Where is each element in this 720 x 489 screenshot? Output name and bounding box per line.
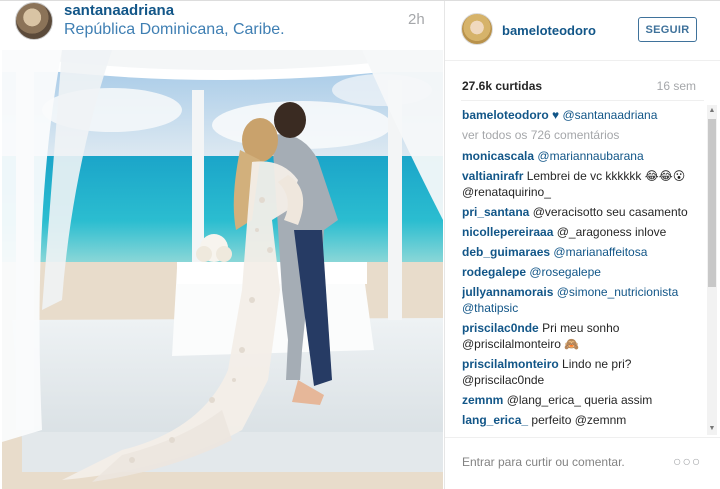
caption-username[interactable]: bameloteodoro — [462, 108, 549, 122]
comment-item: pri_santana @veracisotto seu casamento — [462, 204, 702, 220]
comment-item: nicollepereiraaa @_aragoness inlove — [462, 224, 702, 240]
follow-button[interactable]: SEGUIR — [638, 17, 697, 42]
comment-text: @mariannaubarana — [537, 149, 644, 163]
comment-item: zemnm @lang_erica_ queria assim — [462, 392, 702, 408]
post-header: santanaadriana República Dominicana, Car… — [0, 1, 444, 49]
scroll-up-arrow-icon[interactable]: ▲ — [707, 105, 717, 117]
divider — [461, 100, 704, 101]
divider — [445, 437, 720, 438]
comment-username[interactable]: valtianirafr — [462, 169, 523, 183]
view-all-comments-link[interactable]: ver todos os 726 comentários — [462, 127, 702, 143]
comment-text: @marianaffeitosa — [553, 245, 648, 259]
comment-item: valtianirafr Lembrei de vc kkkkkk 😂😂😮 @r… — [462, 168, 702, 200]
scrollbar-thumb[interactable] — [708, 119, 716, 287]
caption: bameloteodoro ♥ @santanaadriana — [462, 107, 702, 123]
comment-text: @rosegalepe — [529, 265, 601, 279]
comment-username[interactable]: lang_erica_ — [462, 413, 528, 427]
caption-text: ♥ @santanaadriana — [552, 108, 658, 122]
comment-username[interactable]: rodegalepe — [462, 265, 526, 279]
comment-username[interactable]: nicollepereiraaa — [462, 225, 553, 239]
comment-username[interactable]: priscilac0nde — [462, 321, 539, 335]
sidebar-header: bameloteodoro SEGUIR — [445, 1, 720, 61]
comment-username[interactable]: jullyannamorais — [462, 285, 553, 299]
comment-item: deb_guimaraes @marianaffeitosa — [462, 244, 702, 260]
comment-item: priscilac0nde Pri meu sonho @priscilalmo… — [462, 320, 702, 352]
comment-text: @veracisotto seu casamento — [532, 205, 688, 219]
post-author-username[interactable]: santanaadriana — [64, 2, 174, 19]
comment-text: perfeito @zemnm — [531, 413, 627, 427]
comment-username[interactable]: priscilalmonteiro — [462, 357, 559, 371]
login-to-comment-link[interactable]: Entrar para curtir ou comentar. — [462, 455, 625, 469]
likes-count[interactable]: 27.6k curtidas — [462, 79, 542, 93]
comment-item: monicascala @mariannaubarana — [462, 148, 702, 164]
comment-username[interactable]: monicascala — [462, 149, 534, 163]
comment-item: jullyannamorais @simone_nutricionista @t… — [462, 284, 702, 316]
instagram-post-window: santanaadriana República Dominicana, Car… — [0, 0, 720, 489]
scroll-down-arrow-icon[interactable]: ▼ — [707, 423, 717, 435]
comment-item: priscilalmonteiro Lindo ne pri? @priscil… — [462, 356, 702, 388]
comment-username[interactable]: pri_santana — [462, 205, 529, 219]
reposter-username[interactable]: bameloteodoro — [502, 23, 596, 38]
comment-item: lang_erica_ perfeito @zemnm — [462, 412, 702, 428]
post-author-avatar[interactable] — [15, 2, 53, 40]
comment-text: @lang_erica_ queria assim — [506, 393, 653, 407]
post-photo[interactable] — [2, 50, 443, 489]
post-timestamp: 2h — [408, 11, 425, 28]
comment-username[interactable]: deb_guimaraes — [462, 245, 550, 259]
post-age: 16 sem — [656, 79, 696, 93]
comment-text: @_aragoness inlove — [556, 225, 667, 239]
post-sidebar: bameloteodoro SEGUIR 27.6k curtidas 16 s… — [444, 1, 720, 489]
more-options-icon[interactable]: ○○○ — [673, 453, 701, 469]
post-location[interactable]: República Dominicana, Caribe. — [64, 21, 285, 39]
comments-list: bameloteodoro ♥ @santanaadriana ver todo… — [462, 107, 702, 433]
wedding-photo-illustration — [2, 50, 443, 489]
comments-scrollbar[interactable]: ▲ ▼ — [707, 105, 717, 435]
reposter-avatar[interactable] — [461, 13, 493, 45]
comment-username[interactable]: zemnm — [462, 393, 503, 407]
comment-item: rodegalepe @rosegalepe — [462, 264, 702, 280]
